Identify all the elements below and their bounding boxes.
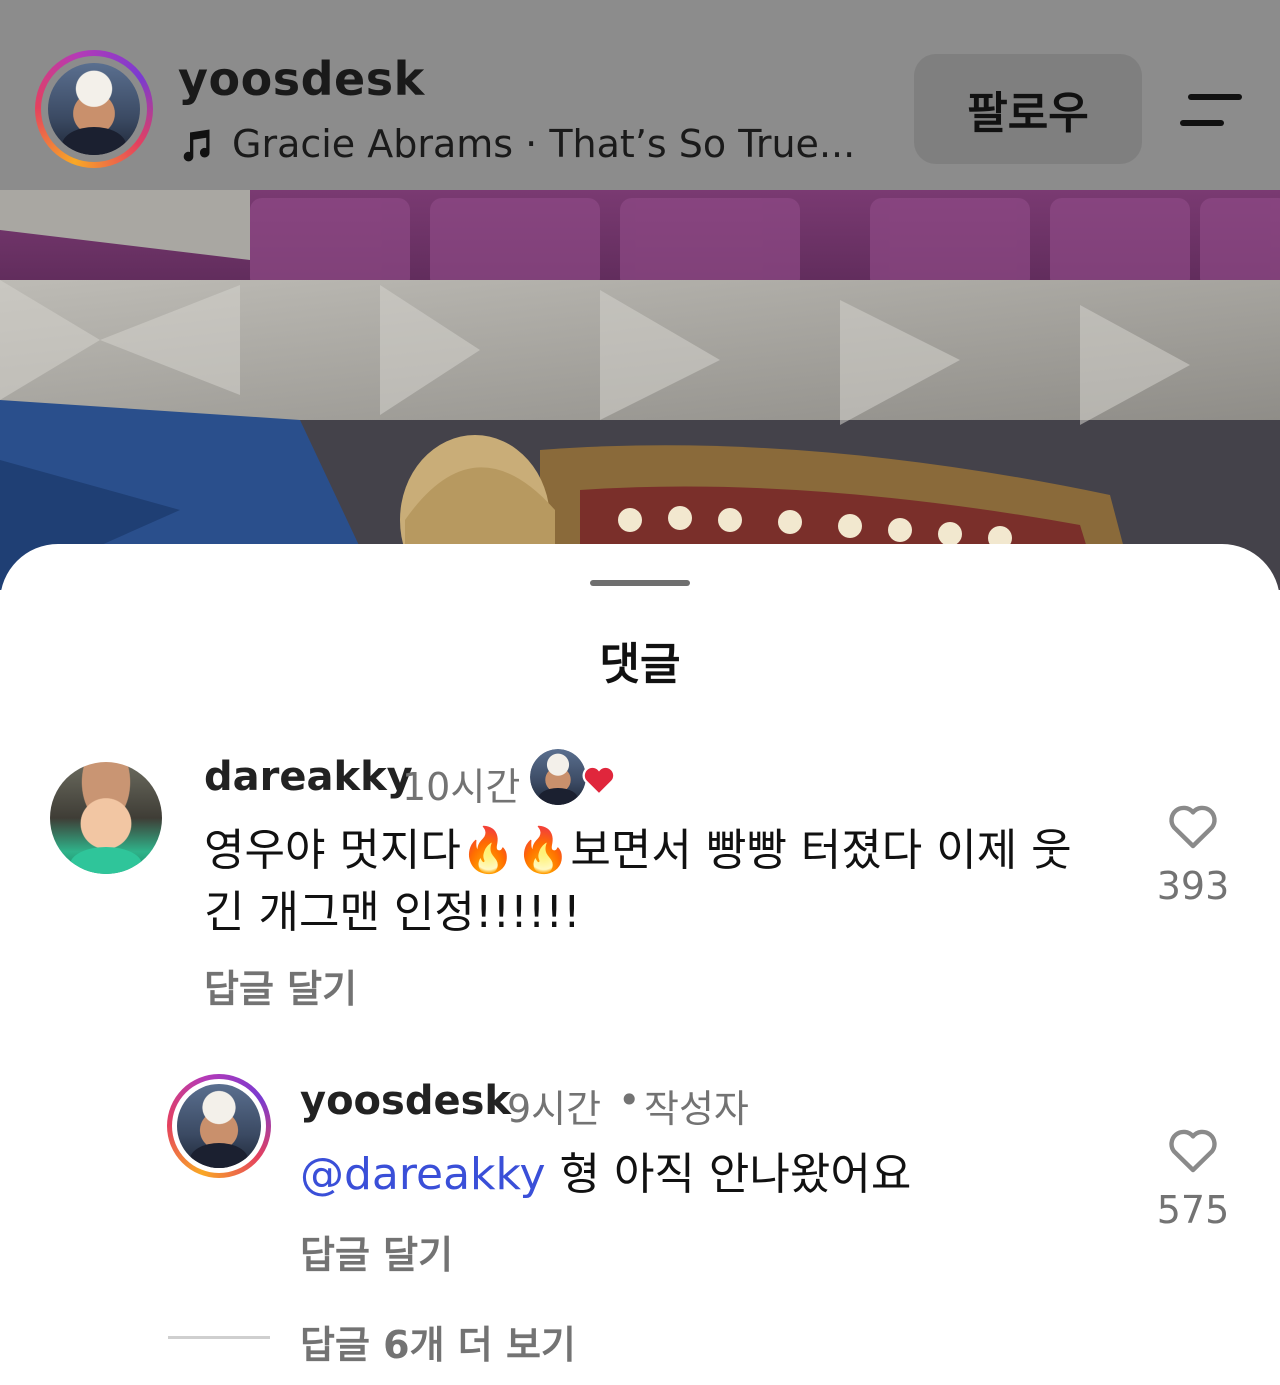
comments-sheet: 댓글 dareakky 10시간 영우야 멋지다🔥🔥보면서 빵빵 터졌다 이제 …: [0, 544, 1280, 1385]
like-count: 575: [1156, 1188, 1230, 1232]
profile-avatar[interactable]: [35, 50, 153, 168]
sheet-grabber[interactable]: [590, 580, 690, 586]
comment-avatar[interactable]: [50, 762, 162, 874]
author-badge: 작성자: [644, 1087, 749, 1131]
more-replies-divider: [168, 1336, 270, 1339]
reply-time: 9시간: [507, 1087, 602, 1131]
like-count: 393: [1156, 864, 1230, 908]
reply-username[interactable]: yoosdesk: [300, 1078, 511, 1124]
reply-avatar[interactable]: [167, 1074, 271, 1178]
reply-button[interactable]: 답글 달기: [204, 958, 357, 1013]
comment-text: 영우야 멋지다🔥🔥보면서 빵빵 터졌다 이제 웃긴 개그맨 인정!!!!!!: [204, 825, 1072, 938]
view-more-replies-button[interactable]: 답글 6개 더 보기: [300, 1314, 576, 1369]
post-header: yoosdesk Gracie Abrams · That’s So True.…: [0, 0, 1280, 190]
heart-outline-icon[interactable]: [1167, 1126, 1219, 1174]
music-track[interactable]: Gracie Abrams · That’s So True...: [232, 122, 855, 166]
reply-button[interactable]: 답글 달기: [300, 1224, 453, 1279]
reply-body: 형 아직 안나왔어요: [559, 1149, 912, 1200]
follow-button[interactable]: 팔로우: [914, 54, 1142, 164]
reply-text: @dareakky 형 아직 안나왔어요: [300, 1144, 1140, 1206]
heart-icon: [582, 765, 616, 796]
comment-username[interactable]: dareakky: [204, 754, 413, 800]
profile-username[interactable]: yoosdesk: [178, 52, 425, 106]
menu-icon[interactable]: [1180, 92, 1242, 128]
music-note-icon: [183, 129, 210, 162]
meta-separator: •: [618, 1078, 641, 1122]
mention-link[interactable]: @dareakky: [300, 1149, 545, 1200]
heart-outline-icon[interactable]: [1167, 802, 1219, 850]
comment-time: 10시간: [402, 765, 521, 809]
video-frame[interactable]: [0, 190, 1280, 590]
sheet-title: 댓글: [599, 639, 681, 690]
author-liked-avatar: [530, 749, 586, 805]
